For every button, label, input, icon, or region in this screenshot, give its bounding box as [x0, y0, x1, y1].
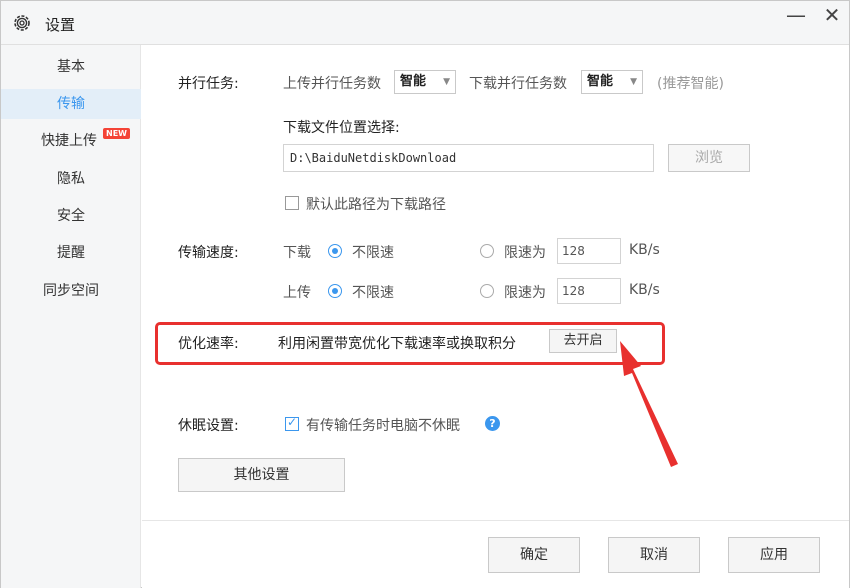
apply-button[interactable]: 应用	[728, 537, 820, 573]
dialog-footer: 确定 取消 应用	[142, 520, 849, 588]
cancel-button[interactable]: 取消	[608, 537, 700, 573]
annotation-arrow	[620, 341, 678, 467]
ok-button[interactable]: 确定	[488, 537, 580, 573]
settings-window: 设置 — ✕ 基本 传输 快捷上传 NEW 隐私 安全 提醒 同步空间 并行任务…	[0, 0, 850, 588]
